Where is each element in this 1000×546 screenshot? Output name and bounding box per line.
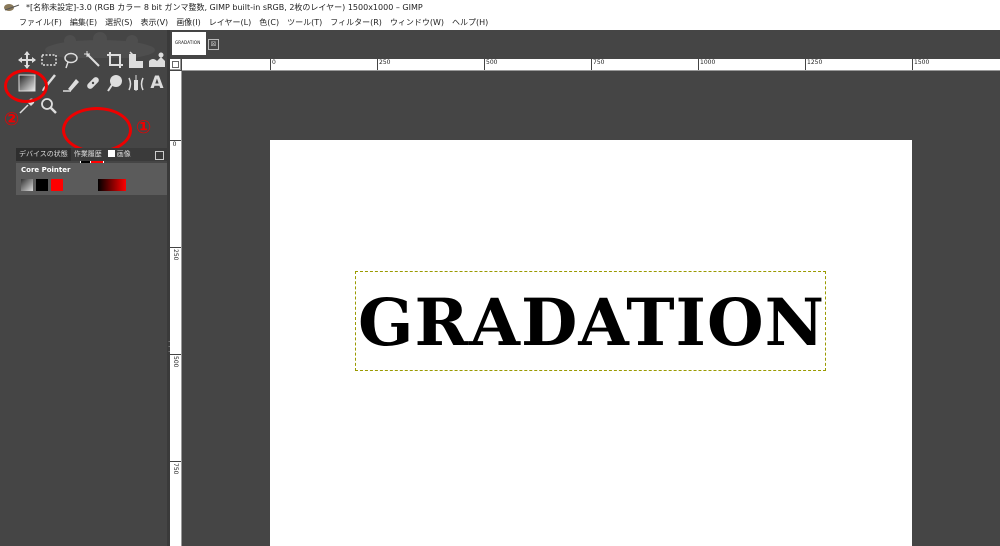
device-bg-swatch (51, 179, 63, 191)
gradient-tool-highlight-circle (4, 69, 48, 103)
canvas-text: GRADATION (357, 285, 825, 361)
device-status-panel: Core Pointer (16, 163, 167, 195)
menu-help[interactable]: ヘルプ(H) (448, 15, 492, 30)
color-widget-highlight-circle (62, 107, 132, 153)
image-canvas[interactable]: GRADATION (270, 140, 912, 546)
tab-images[interactable]: 画像 (105, 148, 134, 161)
ruler-label: 1000 (700, 59, 716, 66)
quick-mask-toggle[interactable] (170, 59, 181, 70)
ruler-label: 0 (172, 141, 177, 148)
vertical-ruler[interactable]: 0 250 500 750 (170, 71, 182, 546)
menu-view[interactable]: 表示(V) (136, 15, 172, 30)
ruler-label: 750 (593, 59, 605, 66)
annotation-number-2: ② (4, 109, 20, 130)
image-tab-icon (107, 150, 115, 157)
menu-windows[interactable]: ウィンドウ(W) (386, 15, 448, 30)
ruler-label: 1500 (914, 59, 930, 66)
menu-layer[interactable]: レイヤー(L) (205, 15, 255, 30)
menu-file[interactable]: ファイル(F) (0, 15, 66, 30)
text-layer-boundary[interactable]: GRADATION (355, 271, 826, 371)
annotation-number-1: ① (136, 117, 152, 138)
horizontal-ruler[interactable]: 0 250 500 750 1000 1250 1500 (182, 59, 1000, 71)
crop-tool-icon[interactable] (106, 51, 124, 69)
device-fg-swatch (36, 179, 48, 191)
unified-transform-tool-icon[interactable] (127, 51, 145, 69)
warp-transform-tool-icon[interactable] (148, 51, 166, 69)
window-title: *[名称未設定]-3.0 (RGB カラー 8 bit ガンマ整数, GIMP … (26, 3, 423, 12)
menu-select[interactable]: 選択(S) (101, 15, 136, 30)
menu-filters[interactable]: フィルター(R) (326, 15, 386, 30)
quick-mask-icon (172, 61, 179, 68)
ruler-label: 0 (272, 59, 276, 66)
menu-edit[interactable]: 編集(E) (66, 15, 101, 30)
dock-menu-icon[interactable] (155, 151, 164, 160)
move-tool-icon[interactable] (18, 51, 36, 69)
tab-undo-history[interactable]: 作業履歴 (71, 148, 105, 161)
ruler-label: 250 (379, 59, 391, 66)
menu-tools[interactable]: ツール(T) (283, 15, 326, 30)
ruler-label: 500 (486, 59, 498, 66)
dock-tab-bar: デバイスの状態 作業履歴 画像 (16, 148, 167, 161)
image-tab-thumb-text: GRADATION (175, 40, 201, 45)
heal-tool-icon[interactable] (84, 74, 102, 92)
eraser-tool-icon[interactable] (62, 74, 80, 92)
menu-image[interactable]: 画像(I) (172, 15, 205, 30)
fuzzy-select-tool-icon[interactable] (84, 51, 102, 69)
image-tab-thumbnail[interactable]: GRADATION (172, 32, 206, 55)
ruler-label: 250 (172, 249, 179, 261)
paths-tool-icon[interactable] (127, 74, 145, 92)
text-tool-icon[interactable]: A (148, 74, 166, 92)
rect-select-tool-icon[interactable] (40, 51, 58, 69)
menu-colors[interactable]: 色(C) (255, 15, 283, 30)
zoom-tool-icon[interactable] (40, 97, 58, 115)
device-name: Core Pointer (21, 166, 71, 174)
toolbox: A ⇆ ② ① デバイスの状態作業履歴画像 Core Pointer (0, 30, 167, 546)
ruler-label: 500 (172, 356, 179, 368)
window-titlebar: *[名称未設定]-3.0 (RGB カラー 8 bit ガンマ整数, GIMP … (0, 0, 1000, 15)
tab-device-status[interactable]: デバイスの状態 (16, 148, 71, 161)
device-tool-swatch (21, 179, 33, 191)
gimp-app-icon (4, 4, 20, 11)
ruler-label: 1250 (807, 59, 823, 66)
image-tab-close-icon[interactable]: ⊠ (208, 39, 219, 50)
smudge-tool-icon[interactable] (106, 74, 124, 92)
tab-images-label: 画像 (116, 150, 131, 158)
menu-bar: ファイル(F) 編集(E) 選択(S) 表示(V) 画像(I) レイヤー(L) 色(C) ツー… (0, 15, 1000, 30)
image-window: GRADATION ⊠ 0 250 500 750 1000 1250 1500… (170, 30, 1000, 546)
ruler-label: 750 (172, 463, 179, 475)
device-gradient-swatch (98, 179, 126, 191)
free-select-tool-icon[interactable] (62, 51, 80, 69)
